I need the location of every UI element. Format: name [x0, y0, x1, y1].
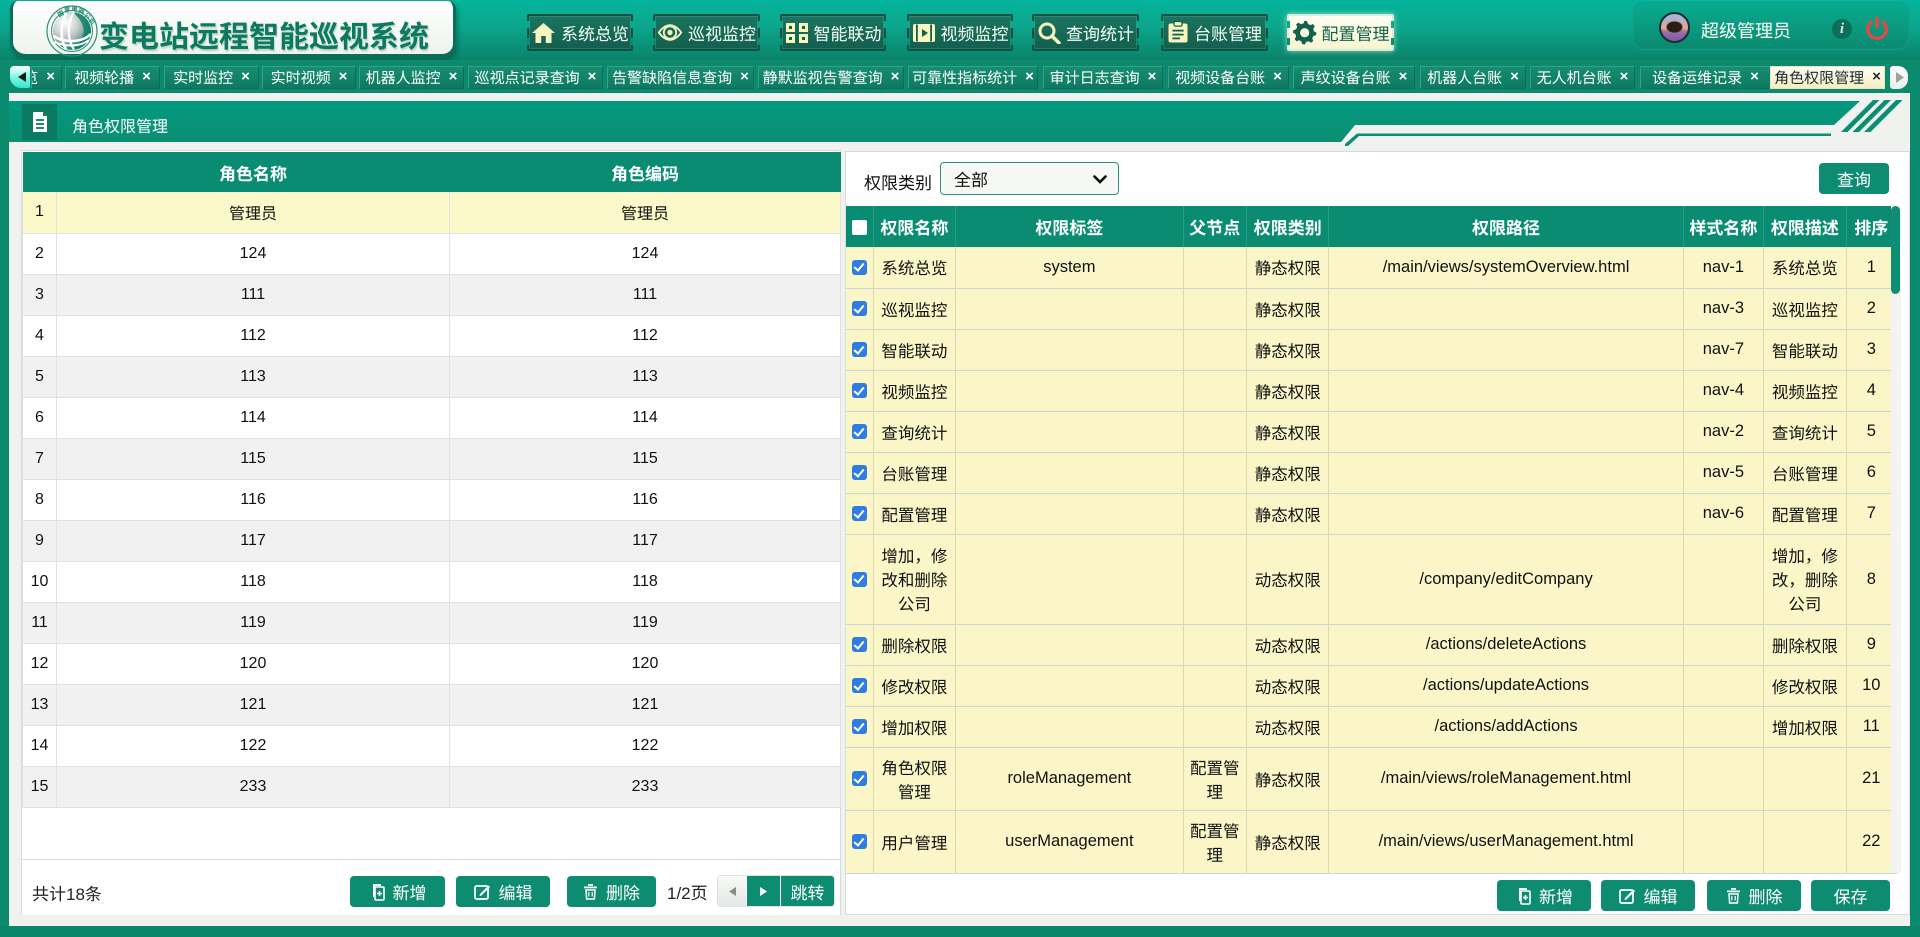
svg-text:电: 电 [71, 5, 77, 13]
